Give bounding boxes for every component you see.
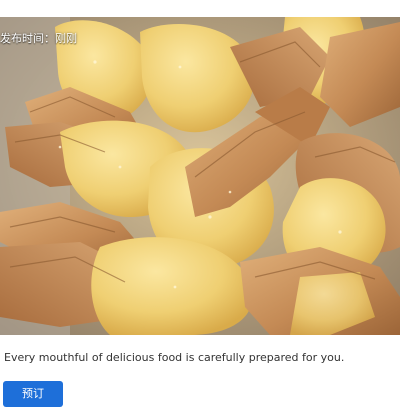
fried-wontons-image [0, 17, 400, 335]
food-photo[interactable]: 发布时间：刚刚 [0, 17, 400, 335]
book-button[interactable]: 预订 [3, 381, 63, 407]
post-card: 发布时间：刚刚 Every mouthful of delicious food… [0, 17, 400, 407]
top-bar [0, 0, 400, 18]
publish-time: 发布时间：刚刚 [0, 32, 77, 45]
post-description: Every mouthful of delicious food is care… [4, 351, 345, 364]
